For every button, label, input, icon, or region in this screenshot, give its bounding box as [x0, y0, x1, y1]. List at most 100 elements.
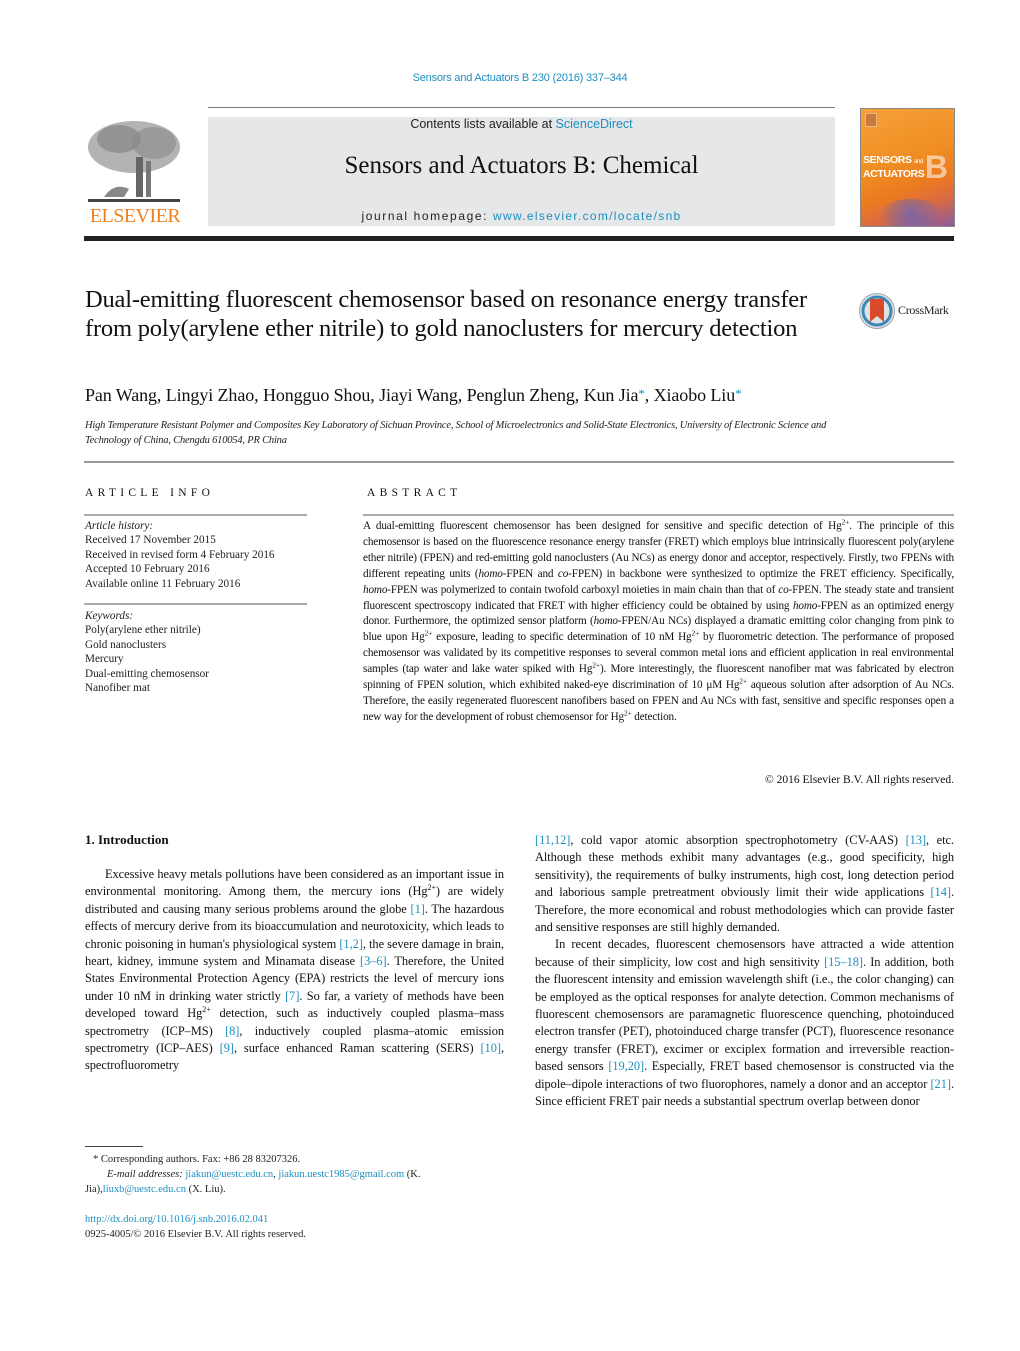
history-item: Received in revised form 4 February 2016	[85, 548, 275, 561]
citation-link[interactable]: [9]	[220, 1041, 234, 1055]
citation-link[interactable]: [1]	[411, 902, 425, 916]
history-item: Accepted 10 February 2016	[85, 563, 210, 576]
email-link[interactable]: jiakun.uestc1985@gmail.com	[278, 1169, 404, 1180]
paragraph: [11,12], cold vapor atomic absorption sp…	[535, 832, 954, 936]
cover-line-1: SENSORS	[863, 154, 912, 166]
citation-link[interactable]: [7]	[285, 989, 299, 1003]
superscript: 2+	[427, 883, 436, 893]
text-run: . In addition, both the fluorescent inte…	[535, 954, 954, 1074]
text-run: detection.	[631, 710, 677, 723]
cover-letter: B	[924, 149, 948, 185]
text-run: exposure, leading to specific determinat…	[432, 631, 692, 644]
cover-decoration	[881, 199, 941, 226]
article-title: Dual-emitting fluorescent chemosensor ba…	[85, 286, 807, 342]
keyword-item: Poly(arylene ether nitrile)	[85, 624, 201, 637]
author-affiliation: High Temperature Resistant Polymer and C…	[85, 420, 827, 446]
citation-link[interactable]: [15–18]	[824, 955, 863, 969]
abstract-heading: ABSTRACT	[367, 487, 462, 499]
body-column-right: [11,12], cold vapor atomic absorption sp…	[535, 832, 954, 1111]
cover-line-2: ACTUATORS	[863, 168, 925, 180]
citation-link[interactable]: [14]	[930, 885, 951, 899]
text-run: , cold vapor atomic absorption spectroph…	[570, 833, 906, 847]
journal-homepage-link[interactable]: www.elsevier.com/locate/snb	[493, 209, 682, 223]
doi-block: http://dx.doi.org/10.1016/j.snb.2016.02.…	[85, 1212, 505, 1242]
author-list: Pan Wang, Lingyi Zhao, Hongguo Shou, Jia…	[85, 385, 742, 405]
citation-link[interactable]: [11,12]	[535, 833, 570, 847]
citation-link[interactable]: [3–6]	[360, 954, 387, 968]
abstract-copyright: © 2016 Elsevier B.V. All rights reserved…	[765, 774, 954, 786]
contents-line: Contents lists available at ScienceDirec…	[208, 117, 835, 131]
contents-prefix: Contents lists available at	[410, 117, 556, 131]
italic-term: homo	[478, 567, 503, 580]
italic-term: homo	[363, 583, 388, 596]
italic-term: homo	[792, 599, 818, 612]
email-label: E-mail addresses:	[107, 1169, 186, 1180]
journal-citation-link[interactable]: Sensors and Actuators B 230 (2016) 337–3…	[0, 72, 1020, 84]
crossmark-label[interactable]: CrossMark	[898, 303, 949, 318]
keyword-item: Nanofiber mat	[85, 682, 150, 695]
author-name[interactable]: Lingyi Zhao	[166, 385, 254, 405]
journal-cover-thumbnail[interactable]: B SENSORS and ACTUATORS	[860, 108, 955, 227]
citation-link[interactable]: [21]	[930, 1077, 951, 1091]
italic-term: co	[557, 567, 569, 580]
cover-elsevier-logo-icon	[865, 113, 877, 127]
tree-icon	[88, 121, 180, 202]
keywords-label: Keywords:	[85, 610, 134, 622]
journal-homepage-line: journal homepage: www.elsevier.com/locat…	[208, 209, 835, 223]
citation-link[interactable]: [8]	[225, 1024, 239, 1038]
keyword-item: Mercury	[85, 653, 124, 666]
author-name[interactable]: Hongguo Shou	[263, 385, 370, 405]
corresponding-author-marker[interactable]: *	[638, 386, 645, 401]
header-thick-divider	[84, 236, 954, 241]
abstract-divider	[363, 514, 954, 516]
email-owner: (X. Liu).	[185, 1184, 226, 1195]
text-run: , surface enhanced Raman scattering (SER…	[233, 1041, 481, 1056]
doi-link[interactable]: http://dx.doi.org/10.1016/j.snb.2016.02.…	[85, 1212, 505, 1227]
cover-and: and	[914, 159, 923, 165]
article-history-label: Article history:	[85, 520, 154, 532]
crossmark-icon	[859, 293, 895, 329]
homepage-prefix: journal homepage:	[361, 209, 494, 223]
elsevier-wordmark: ELSEVIER	[89, 205, 181, 227]
keywords-divider	[84, 603, 307, 605]
article-info-divider	[84, 514, 307, 516]
article-info-heading: ARTICLE INFO	[85, 487, 215, 499]
author-name[interactable]: Xiaobo Liu	[654, 385, 736, 405]
text-run: A dual-emitting fluorescent chemosensor …	[363, 520, 842, 532]
author-name[interactable]: Jiayi Wang	[379, 385, 458, 405]
corresponding-author-marker[interactable]: *	[735, 386, 742, 401]
section-heading-introduction: 1. Introduction	[85, 832, 169, 847]
cover-title: SENSORS and ACTUATORS	[863, 154, 925, 180]
keyword-item: Gold nanoclusters	[85, 638, 167, 651]
keyword-item: Dual-emitting chemosensor	[85, 667, 209, 680]
footnotes: * Corresponding authors. Fax: +86 28 832…	[85, 1152, 505, 1197]
author-name[interactable]: Pan Wang	[85, 385, 157, 405]
superscript: 2+	[592, 660, 600, 670]
author-name[interactable]: Kun Jia	[584, 385, 639, 405]
keywords: Keywords: Poly(arylene ether nitrile) Go…	[85, 609, 315, 695]
citation-link[interactable]: [10]	[480, 1041, 501, 1055]
superscript: 2+	[202, 1005, 211, 1015]
citation-link[interactable]: [19,20]	[608, 1059, 644, 1073]
journal-title: Sensors and Actuators B: Chemical	[344, 152, 699, 179]
italic-term: homo	[593, 615, 618, 628]
issn-copyright: 0925-4005/© 2016 Elsevier B.V. All right…	[85, 1229, 306, 1240]
footnote-divider	[85, 1146, 143, 1147]
citation-link[interactable]: [1,2]	[339, 937, 363, 951]
superscript: 2+	[739, 676, 747, 686]
email-link[interactable]: jiakun@uestc.edu.cn	[185, 1169, 273, 1180]
body-column-left: Excessive heavy metals pollutions have b…	[85, 866, 504, 1075]
italic-term: co	[778, 583, 789, 596]
sciencedirect-link[interactable]: ScienceDirect	[556, 117, 633, 131]
email-link[interactable]: liuxb@uestc.edu.cn	[103, 1184, 186, 1195]
text-run: -FPEN was polymerized to contain twofold…	[387, 583, 779, 596]
abstract-text: A dual-emitting fluorescent chemosensor …	[363, 518, 954, 726]
history-item: Available online 11 February 2016	[85, 577, 241, 590]
author-name[interactable]: Penglun Zheng	[467, 385, 575, 405]
history-item: Received 17 November 2015	[85, 534, 216, 547]
citation-link[interactable]: [13]	[906, 833, 927, 847]
header-divider	[208, 107, 835, 108]
title-block-divider	[84, 461, 954, 463]
email-addresses: E-mail addresses: jiakun@uestc.edu.cn, j…	[85, 1167, 505, 1197]
paragraph: Excessive heavy metals pollutions have b…	[85, 866, 504, 1075]
